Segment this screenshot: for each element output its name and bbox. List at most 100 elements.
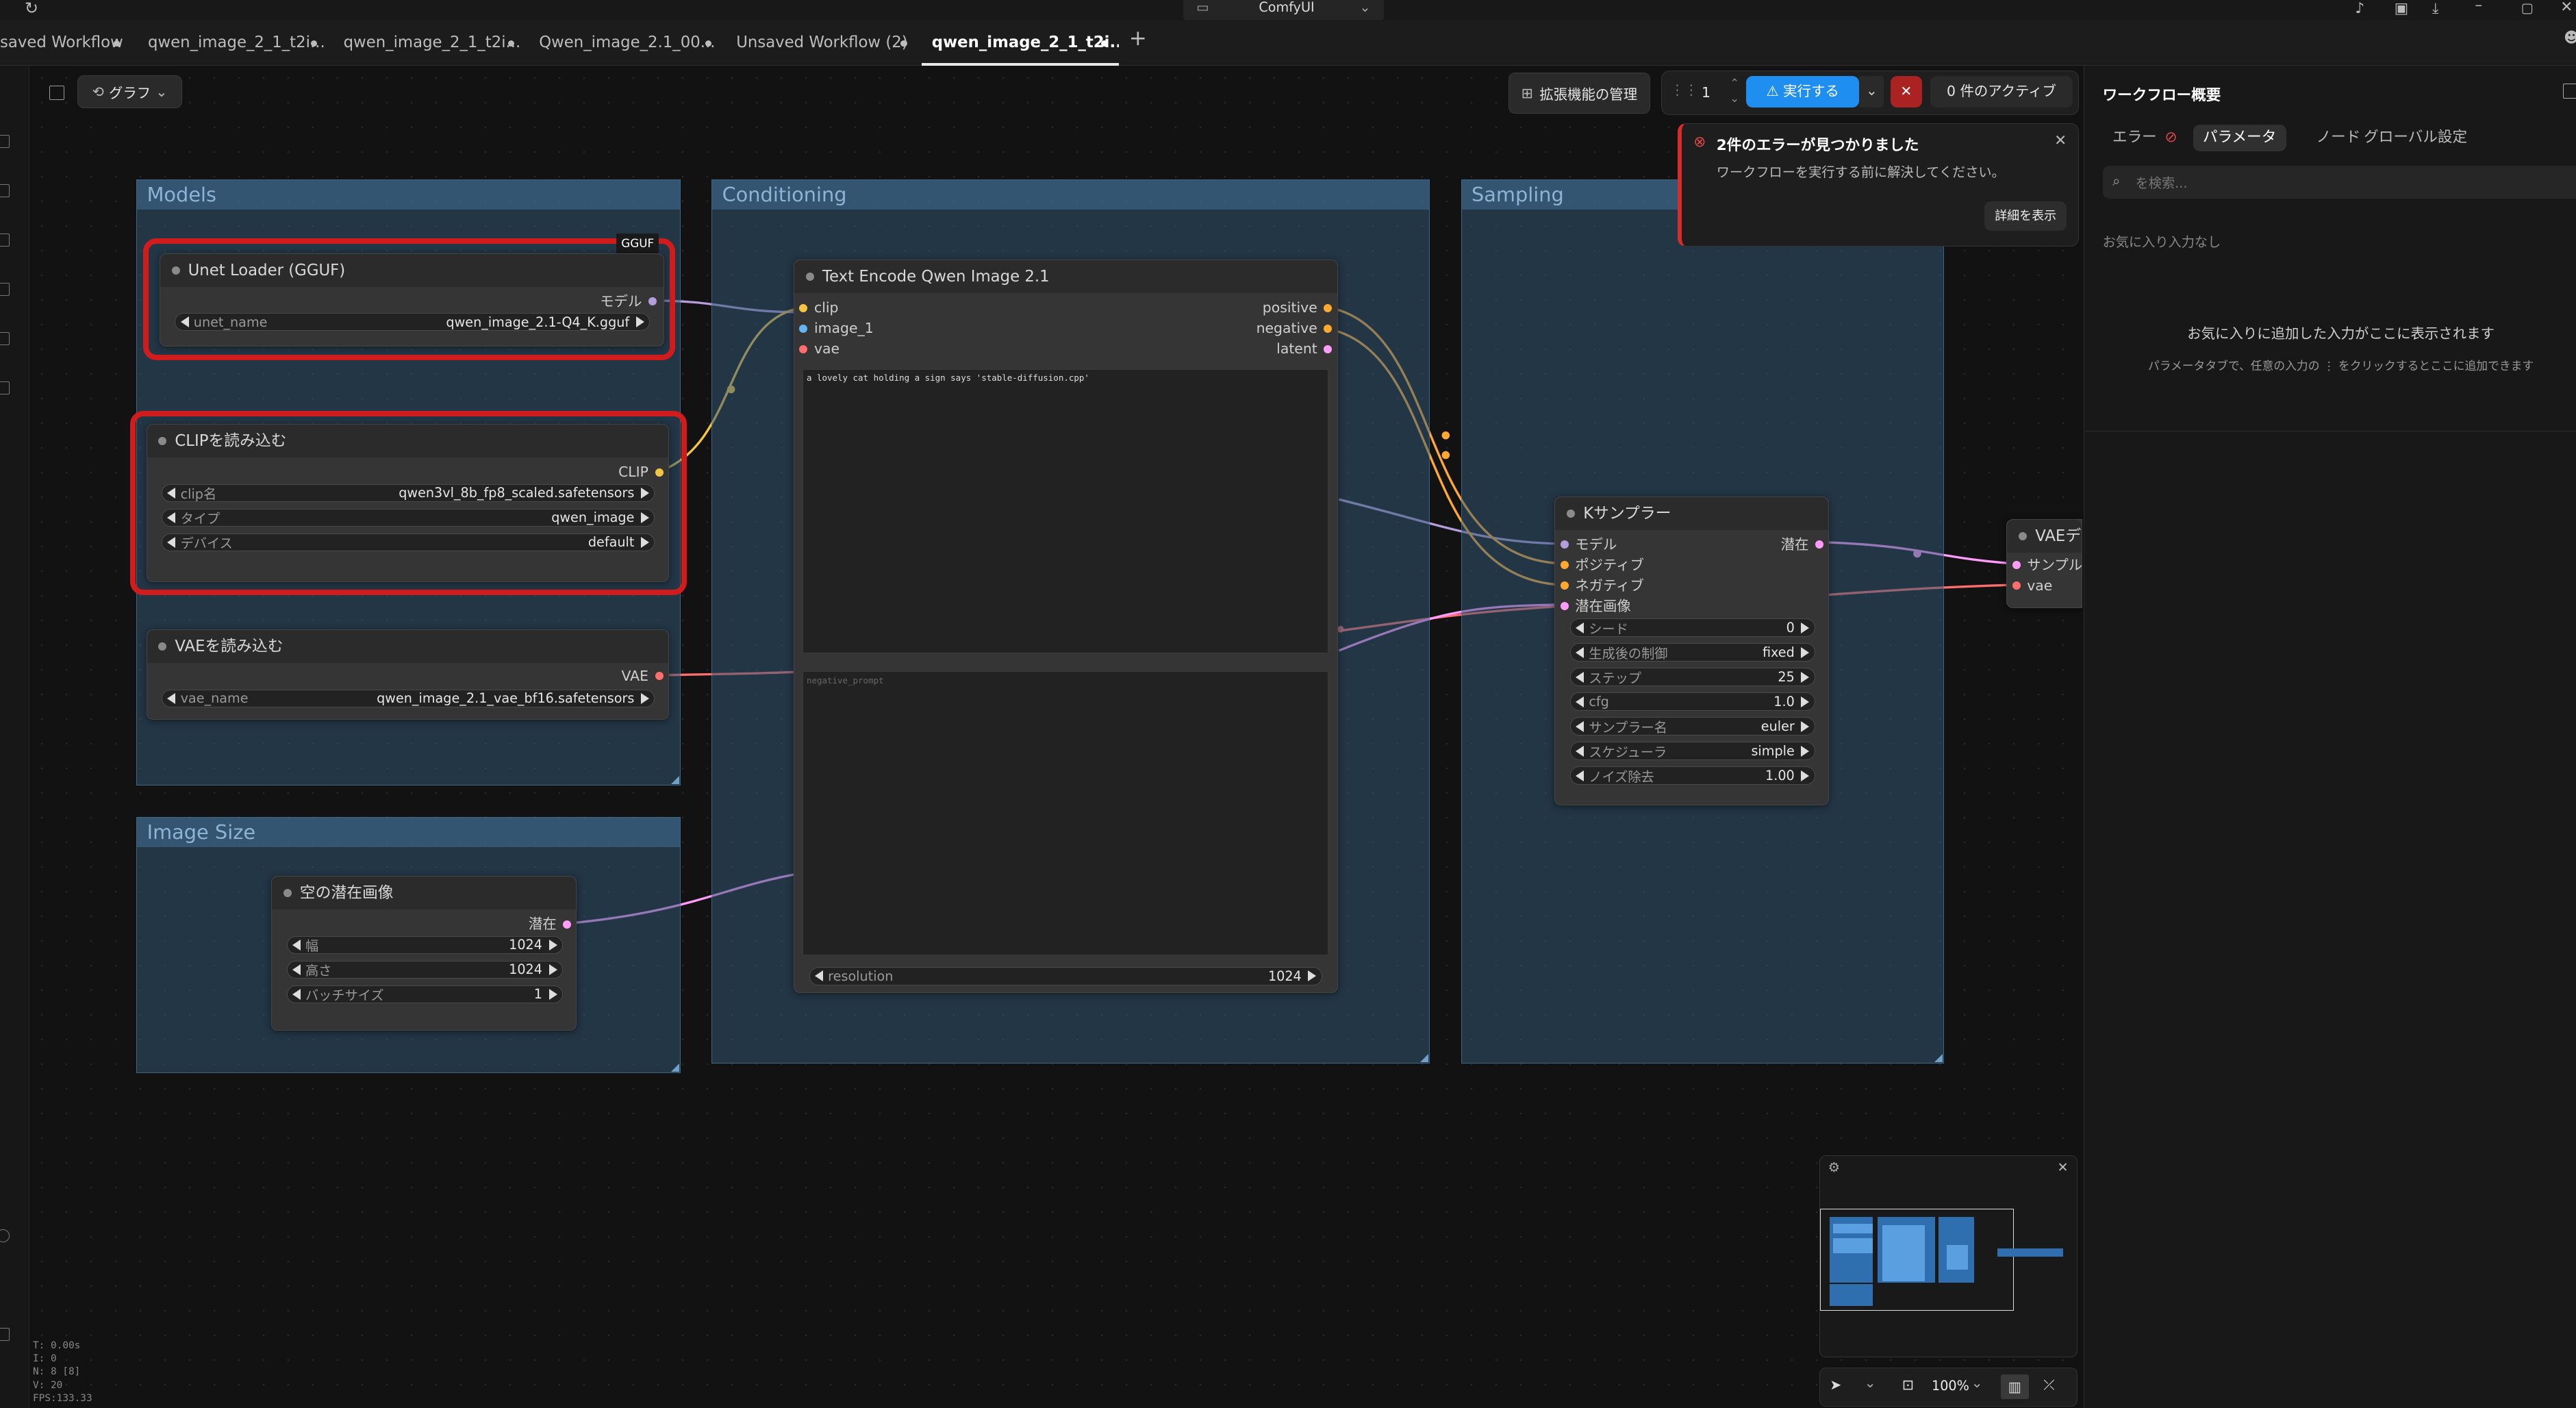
node-vae-decode[interactable]: VAEデ サンプル vae <box>2006 519 2082 608</box>
input-model-port[interactable] <box>1560 540 1569 549</box>
clip-device-combo[interactable]: デバイス default <box>162 533 655 551</box>
output-positive-port[interactable] <box>1324 303 1333 312</box>
minimap-settings-icon[interactable]: ⚙ <box>1828 1159 1840 1175</box>
hide-links-icon[interactable]: ⤫ <box>2043 1376 2054 1394</box>
prompt-textarea[interactable]: a lovely cat holding a sign says 'stable… <box>803 368 1329 653</box>
prev-arrow-icon[interactable] <box>167 536 176 548</box>
toggle-panel-icon[interactable] <box>49 85 64 101</box>
input-clip-port[interactable] <box>799 303 808 312</box>
chevron-down-icon[interactable]: ⌄ <box>1971 1374 1983 1391</box>
fit-view-icon[interactable]: ⊡ <box>1902 1376 1914 1393</box>
close-icon[interactable]: ✕ <box>2054 132 2067 149</box>
minimap-toggle-icon[interactable]: ▥ <box>2000 1374 2029 1400</box>
next-arrow-icon[interactable] <box>641 692 649 704</box>
resize-handle[interactable] <box>670 1064 679 1072</box>
prev-arrow-icon[interactable] <box>167 512 176 523</box>
output-model-port[interactable] <box>648 297 657 306</box>
show-details-button[interactable]: 詳細を表示 <box>1984 201 2067 231</box>
denoise-number[interactable]: ノイズ除去 1.00 <box>1569 766 1815 785</box>
resize-handle[interactable] <box>1934 1053 1943 1062</box>
tab-parameters[interactable]: パラメータ <box>2193 125 2286 151</box>
batch-size-number[interactable]: バッチサイズ 1 <box>286 985 563 1003</box>
clip-type-combo[interactable]: タイプ qwen_image <box>162 508 655 527</box>
clip-name-combo[interactable]: clip名 qwen3vl_8b_fp8_scaled.safetensors <box>162 483 655 502</box>
output-negative-port[interactable] <box>1324 324 1333 333</box>
active-queue-button[interactable]: 0 件のアクティブ <box>1930 76 2073 108</box>
prev-arrow-icon[interactable] <box>180 316 189 328</box>
node-empty-latent[interactable]: 空の潜在画像 潜在 幅 1024 高さ 1024 バッチサイズ 1 <box>271 876 577 1031</box>
output-clip-port[interactable] <box>655 468 664 477</box>
decrement-arrow-icon[interactable] <box>292 964 301 975</box>
decrement-arrow-icon[interactable] <box>1576 622 1584 633</box>
decrement-arrow-icon[interactable] <box>1576 671 1584 683</box>
decrement-arrow-icon[interactable] <box>1576 696 1584 707</box>
node-clip-loader[interactable]: CLIPを読み込む CLIP clip名 qwen3vl_8b_fp8_scal… <box>146 424 669 582</box>
tab-global-settings[interactable]: グローバル設定 <box>2354 125 2477 151</box>
seed-number[interactable]: シード 0 <box>1569 618 1815 637</box>
parameter-search-input[interactable]: ⌕ を検索... <box>2102 166 2576 199</box>
node-vae-loader[interactable]: VAEを読み込む VAE vae_name qwen_image_2.1_vae… <box>146 629 669 720</box>
next-arrow-icon[interactable] <box>1801 720 1810 732</box>
decrement-arrow-icon[interactable] <box>292 988 301 1000</box>
increment-arrow-icon[interactable] <box>1801 696 1810 707</box>
cancel-run-button[interactable]: ✕ <box>1890 76 1922 108</box>
input-vae-port[interactable] <box>2012 581 2021 590</box>
scheduler-combo[interactable]: スケジューラ simple <box>1569 742 1815 760</box>
height-number[interactable]: 高さ 1024 <box>286 960 563 979</box>
stepper-icon[interactable]: ⌃ ⌄ <box>1730 76 1739 105</box>
increment-arrow-icon[interactable] <box>548 988 557 1000</box>
chevron-down-icon[interactable]: ⌄ <box>1865 1374 1876 1391</box>
select-pointer-icon[interactable]: ➤ <box>1830 1376 1841 1393</box>
unet-name-combo[interactable]: unet_name qwen_image_2.1-Q4_K.gguf <box>175 312 650 331</box>
resize-handle[interactable] <box>670 776 679 785</box>
sampler-name-combo[interactable]: サンプラー名 euler <box>1569 717 1815 736</box>
prev-arrow-icon[interactable] <box>167 487 176 499</box>
width-number[interactable]: 幅 1024 <box>286 935 563 954</box>
output-latent-port[interactable] <box>1815 540 1823 549</box>
increment-arrow-icon[interactable] <box>1308 970 1317 982</box>
negative-prompt-textarea[interactable]: negative_prompt <box>803 671 1329 956</box>
node-unet-loader[interactable]: Unet Loader (GGUF) モデル unet_name qwen_im… <box>159 253 664 347</box>
tab-errors[interactable]: エラー ⊘ <box>2103 125 2187 151</box>
node-text-encode[interactable]: Text Encode Qwen Image 2.1 clip image_1 … <box>794 260 1338 993</box>
manage-extensions-button[interactable]: ⊞ 拡張機能の管理 <box>1508 72 1650 114</box>
prev-arrow-icon[interactable] <box>1576 745 1584 757</box>
next-arrow-icon[interactable] <box>641 487 649 499</box>
increment-arrow-icon[interactable] <box>1801 671 1810 683</box>
decrement-arrow-icon[interactable] <box>814 970 823 982</box>
next-arrow-icon[interactable] <box>641 512 649 523</box>
input-negative-port[interactable] <box>1560 581 1569 590</box>
increment-arrow-icon[interactable] <box>1801 622 1810 633</box>
output-latent-port[interactable] <box>563 920 572 929</box>
next-arrow-icon[interactable] <box>641 536 649 548</box>
resolution-number[interactable]: resolution 1024 <box>809 967 1322 985</box>
next-arrow-icon[interactable] <box>1801 745 1810 757</box>
decrement-arrow-icon[interactable] <box>292 939 301 951</box>
run-button[interactable]: ⚠ 実行する <box>1745 76 1860 108</box>
output-vae-port[interactable] <box>655 672 664 681</box>
prev-arrow-icon[interactable] <box>1576 646 1584 658</box>
input-vae-port[interactable] <box>799 344 808 353</box>
cfg-number[interactable]: cfg 1.0 <box>1569 692 1815 711</box>
run-options-button[interactable]: ⌄ <box>1859 76 1884 108</box>
graph-mode-button[interactable]: ⟲ グラフ ⌄ <box>77 75 183 109</box>
zoom-level[interactable]: 100% <box>1932 1378 1969 1394</box>
next-arrow-icon[interactable] <box>1801 646 1810 658</box>
steps-number[interactable]: ステップ 25 <box>1569 668 1815 686</box>
input-samples-port[interactable] <box>2012 561 2021 570</box>
queue-count-input[interactable]: 1 ⌃ ⌄ <box>1690 76 1739 108</box>
control-after-generate-combo[interactable]: 生成後の制御 fixed <box>1569 643 1815 662</box>
output-latent-port[interactable] <box>1324 344 1333 353</box>
prev-arrow-icon[interactable] <box>167 692 176 704</box>
next-arrow-icon[interactable] <box>635 316 644 328</box>
increment-arrow-icon[interactable] <box>548 964 557 975</box>
vae-name-combo[interactable]: vae_name qwen_image_2.1_vae_bf16.safeten… <box>162 689 655 707</box>
node-ksampler[interactable]: Kサンプラー モデル ポジティブ ネガティブ 潜在画像 潜在 シード 0 生成後の… <box>1554 496 1830 805</box>
input-image-port[interactable] <box>799 324 808 333</box>
input-positive-port[interactable] <box>1560 561 1569 570</box>
prev-arrow-icon[interactable] <box>1576 720 1584 732</box>
close-icon[interactable]: ✕ <box>2058 1159 2069 1175</box>
input-latent-port[interactable] <box>1560 602 1569 611</box>
increment-arrow-icon[interactable] <box>1801 770 1810 781</box>
resize-handle[interactable] <box>1419 1053 1428 1062</box>
